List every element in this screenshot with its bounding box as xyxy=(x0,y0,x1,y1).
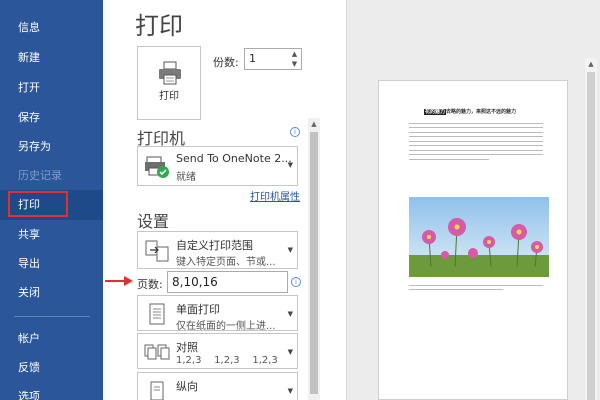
scroll-thumb[interactable] xyxy=(587,72,595,400)
orientation-title: 纵向 xyxy=(176,380,198,393)
printer-properties-link[interactable]: 打印机属性 xyxy=(250,188,300,203)
copies-input[interactable]: 1 ▲ ▼ xyxy=(244,48,302,70)
copies-down-icon[interactable]: ▼ xyxy=(290,60,299,69)
pages-label: 页数: xyxy=(137,278,163,291)
sidebar-item-new[interactable]: 新建 xyxy=(0,43,103,73)
collate-dropdown[interactable]: 对照 1,2,3 1,2,3 1,2,3 ▼ xyxy=(137,333,298,369)
chevron-down-icon: ▼ xyxy=(287,246,293,254)
settings-section-title: 设置 xyxy=(137,212,170,231)
copies-up-icon[interactable]: ▲ xyxy=(290,50,299,59)
scroll-up-icon[interactable]: ▲ xyxy=(308,118,320,130)
sidebar-item-save[interactable]: 保存 xyxy=(0,103,103,133)
print-range-dropdown[interactable]: 自定义打印范围 键入特定页面、节或... ▼ xyxy=(137,231,298,269)
print-button-label: 打印 xyxy=(159,91,179,102)
orientation-dropdown[interactable]: 纵向 ▼ xyxy=(137,372,298,400)
chevron-down-icon: ▼ xyxy=(287,387,293,395)
chevron-down-icon: ▼ xyxy=(287,348,293,356)
preview-scrollbar[interactable]: ▲ xyxy=(585,58,597,400)
print-range-desc: 键入特定页面、节或... xyxy=(176,257,276,268)
scroll-up-icon[interactable]: ▲ xyxy=(585,58,597,70)
collate-set-2: 1,2,3 xyxy=(214,355,240,366)
sidebar-item-info[interactable]: 信息 xyxy=(0,13,103,43)
printer-device-icon xyxy=(145,156,169,178)
copies-label: 份数: xyxy=(213,56,239,69)
printer-status: 就绪 xyxy=(176,172,196,183)
collate-title: 对照 xyxy=(176,341,198,354)
red-arrow-annotation xyxy=(105,276,133,286)
printer-name: Send To OneNote 2... xyxy=(176,152,292,165)
preview-heading-rest: 去略的魅力，来照这不远的魅力 xyxy=(446,109,517,115)
custom-range-icon xyxy=(145,240,169,262)
preview-heading-highlight: 花的魅力 xyxy=(424,109,447,115)
flower-photo xyxy=(409,197,549,277)
print-range-title: 自定义打印范围 xyxy=(176,239,253,252)
sidebar-divider xyxy=(14,316,90,317)
preview-caption xyxy=(409,281,543,294)
copies-value: 1 xyxy=(249,52,256,65)
sides-title: 单面打印 xyxy=(176,303,220,316)
sidebar-item-feedback[interactable]: 反馈 xyxy=(0,353,103,383)
preview-heading: 花的魅力去略的魅力，来照这不远的魅力 xyxy=(424,108,516,115)
sidebar-item-history: 历史记录 xyxy=(18,169,62,182)
chevron-down-icon: ▼ xyxy=(287,161,293,169)
print-highlight-box xyxy=(8,191,68,217)
sidebar-item-save-as[interactable]: 另存为 xyxy=(0,132,103,162)
page-title: 打印 xyxy=(135,12,183,40)
collate-set-1: 1,2,3 xyxy=(176,355,202,366)
portrait-icon xyxy=(150,381,164,400)
info-icon[interactable]: i xyxy=(291,277,301,287)
sides-dropdown[interactable]: 单面打印 仅在纸面的一侧上进... ▼ xyxy=(137,295,298,332)
printer-dropdown[interactable]: Send To OneNote 2... 就绪 ▼ xyxy=(137,146,298,186)
sidebar-item-export[interactable]: 导出 xyxy=(0,249,103,279)
single-sided-icon xyxy=(149,303,165,325)
sidebar-item-options[interactable]: 选项 xyxy=(0,382,103,400)
settings-scrollbar[interactable]: ▲ xyxy=(308,118,320,400)
preview-page: 花的魅力去略的魅力，来照这不远的魅力 xyxy=(378,80,568,400)
info-icon[interactable]: i xyxy=(290,127,300,137)
scroll-thumb[interactable] xyxy=(310,132,318,394)
sidebar-item-close[interactable]: 关闭 xyxy=(0,278,103,308)
sidebar-item-open[interactable]: 打开 xyxy=(0,73,103,103)
sidebar-item-account[interactable]: 帐户 xyxy=(0,324,103,354)
collate-desc: 1,2,3 1,2,3 1,2,3 xyxy=(176,355,278,366)
sides-desc: 仅在纸面的一侧上进... xyxy=(176,321,276,332)
preview-paragraph xyxy=(409,119,543,163)
collate-icon xyxy=(144,344,170,360)
pages-input[interactable]: 8,10,16 xyxy=(167,271,288,293)
printer-icon xyxy=(159,61,181,85)
chevron-down-icon: ▼ xyxy=(287,310,293,318)
sidebar-item-share[interactable]: 共享 xyxy=(0,220,103,250)
collate-set-3: 1,2,3 xyxy=(252,355,278,366)
print-button[interactable]: 打印 xyxy=(137,46,201,120)
